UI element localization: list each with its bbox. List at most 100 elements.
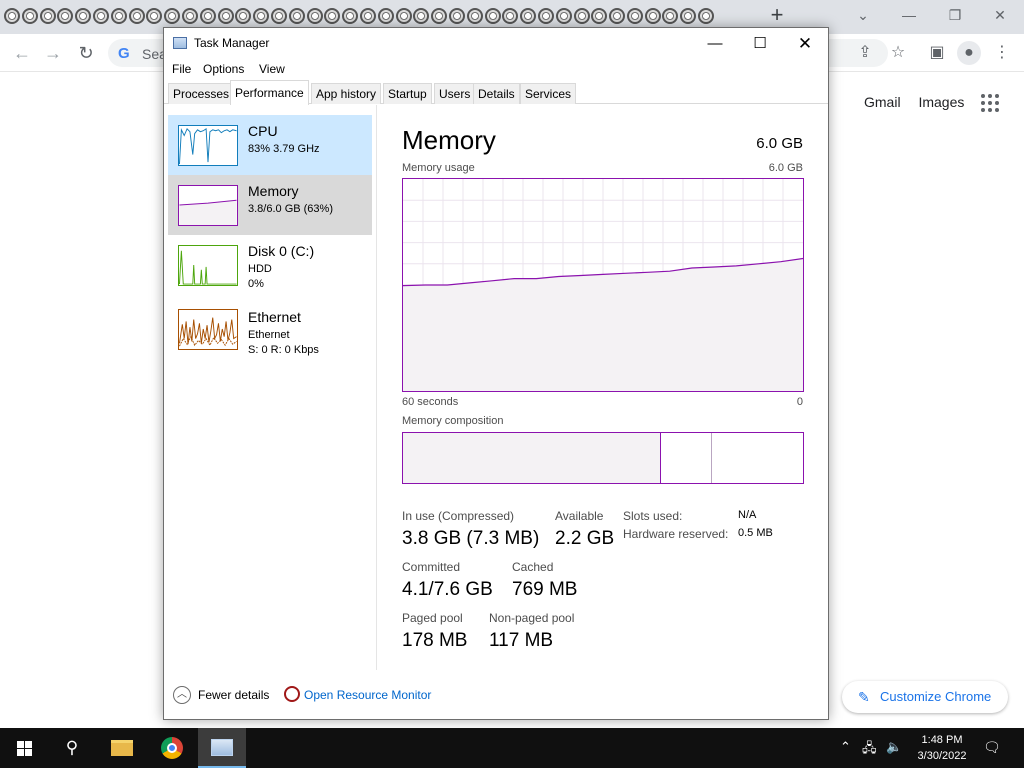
- task-manager-taskbar-icon[interactable]: [198, 728, 246, 768]
- chrome-tab-favicon-icon[interactable]: [57, 8, 74, 24]
- memory-total: 6.0 GB: [756, 135, 803, 152]
- fewer-details-button[interactable]: Fewer details: [198, 688, 269, 702]
- sidebar-item-memory[interactable]: Memory 3.8/6.0 GB (63%): [168, 175, 372, 235]
- performance-sidebar: CPU 83% 3.79 GHz Memory 3.8/6.0 GB (63%)…: [164, 105, 377, 670]
- profile-avatar-icon[interactable]: ●: [957, 41, 981, 65]
- chrome-tab-favicon-icon[interactable]: [644, 8, 661, 24]
- chrome-tab-favicon-icon[interactable]: [288, 8, 305, 24]
- bookmark-star-icon[interactable]: ☆: [886, 41, 910, 65]
- chrome-tab-favicon-icon[interactable]: [395, 8, 412, 24]
- chrome-tab-favicon-icon[interactable]: [626, 8, 643, 24]
- menu-options[interactable]: Options: [203, 62, 244, 76]
- google-apps-icon[interactable]: [981, 94, 999, 112]
- chrome-tab-favicon-icon[interactable]: [164, 8, 181, 24]
- tab-startup[interactable]: Startup: [383, 83, 432, 104]
- customize-chrome-button[interactable]: ✎ Customize Chrome: [842, 681, 1008, 713]
- chrome-tab-favicon-icon[interactable]: [413, 8, 430, 24]
- chrome-tab-favicon-icon[interactable]: [698, 8, 715, 24]
- chrome-tab-favicon-icon[interactable]: [253, 8, 270, 24]
- chrome-tab-favicon-icon[interactable]: [377, 8, 394, 24]
- chrome-tab-favicon-icon[interactable]: [591, 8, 608, 24]
- back-button[interactable]: ←: [9, 40, 35, 66]
- new-tab-button[interactable]: +: [766, 4, 788, 28]
- menu-file[interactable]: File: [172, 62, 191, 76]
- chrome-tab-favicon-icon[interactable]: [146, 8, 163, 24]
- tab-bar: Processes Performance App history Startu…: [164, 80, 828, 105]
- chrome-tab-favicon-icon[interactable]: [128, 8, 145, 24]
- tab-users[interactable]: Users: [434, 83, 476, 104]
- volume-icon[interactable]: 🔈: [886, 739, 902, 755]
- memory-thumbnail-graph: [178, 185, 238, 226]
- chrome-tab-favicon-icon[interactable]: [342, 8, 359, 24]
- side-panel-icon[interactable]: ▣: [925, 41, 949, 65]
- chrome-tab-favicon-icon[interactable]: [306, 8, 323, 24]
- maximize-button[interactable]: ☐: [737, 30, 783, 58]
- chrome-tab-favicon-icon[interactable]: [39, 8, 56, 24]
- task-manager-footer: ︿ Fewer details Open Resource Monitor: [164, 678, 828, 718]
- disk-thumbnail-graph: [178, 245, 238, 286]
- chrome-tab-favicon-icon[interactable]: [199, 8, 216, 24]
- taskbar-clock[interactable]: 1:48 PM 3/30/2022: [912, 732, 972, 764]
- clock-date: 3/30/2022: [917, 750, 967, 762]
- chrome-tab-favicon-icon[interactable]: [555, 8, 572, 24]
- tab-app-history[interactable]: App history: [311, 83, 382, 104]
- chrome-tab-favicon-icon[interactable]: [537, 8, 554, 24]
- images-link[interactable]: Images: [918, 94, 964, 110]
- chrome-minimize-button[interactable]: —: [898, 4, 920, 26]
- notifications-icon[interactable]: 🗨: [983, 739, 1001, 756]
- chrome-tab-favicon-icon[interactable]: [680, 8, 697, 24]
- sidebar-item-ethernet[interactable]: Ethernet Ethernet S: 0 R: 0 Kbps: [168, 301, 372, 361]
- tab-services[interactable]: Services: [520, 83, 577, 104]
- tab-performance[interactable]: Performance: [230, 80, 309, 105]
- chrome-tab-favicon-icon[interactable]: [235, 8, 252, 24]
- chrome-tab-favicon-icon[interactable]: [21, 8, 38, 24]
- show-hidden-icons-chevron-icon[interactable]: ⌃: [840, 739, 851, 755]
- tab-processes[interactable]: Processes: [168, 83, 235, 104]
- minimize-button[interactable]: —: [692, 30, 738, 58]
- chrome-tab-favicon-icon[interactable]: [110, 8, 127, 24]
- chrome-tab-favicon-icon[interactable]: [4, 8, 20, 24]
- reload-button[interactable]: ↻: [73, 40, 99, 66]
- chrome-tab-favicon-icon[interactable]: [181, 8, 198, 24]
- start-button[interactable]: [0, 728, 48, 768]
- network-icon[interactable]: 🖧: [862, 739, 877, 761]
- chrome-tab-favicon-icon[interactable]: [324, 8, 341, 24]
- chrome-tab-favicon-icon[interactable]: [448, 8, 465, 24]
- pencil-icon: ✎: [858, 689, 870, 705]
- forward-button[interactable]: →: [40, 40, 66, 66]
- menu-view[interactable]: View: [259, 62, 285, 76]
- search-icon[interactable]: ⚲: [48, 728, 96, 768]
- open-resource-monitor-link[interactable]: Open Resource Monitor: [304, 688, 431, 702]
- chrome-tab-favicon-icon[interactable]: [609, 8, 626, 24]
- chrome-tab-favicon-icon[interactable]: [662, 8, 679, 24]
- chrome-taskbar-icon[interactable]: [148, 728, 196, 768]
- chrome-tab-favicon-icon[interactable]: [359, 8, 376, 24]
- chrome-restore-button[interactable]: ❐: [944, 4, 966, 26]
- tab-search-chevron-icon[interactable]: ⌄: [852, 4, 874, 26]
- task-manager-titlebar[interactable]: Task Manager — ☐ ✕: [164, 28, 828, 58]
- chrome-tab-favicon-icon[interactable]: [75, 8, 92, 24]
- close-button[interactable]: ✕: [782, 30, 828, 58]
- chrome-close-button[interactable]: ✕: [989, 4, 1011, 26]
- chrome-menu-icon[interactable]: ⋮: [990, 41, 1014, 65]
- sidebar-item-cpu[interactable]: CPU 83% 3.79 GHz: [168, 115, 372, 175]
- committed-label: Committed: [402, 560, 461, 574]
- chrome-tab-favicon-icon[interactable]: [484, 8, 501, 24]
- chrome-tab-favicon-icon[interactable]: [502, 8, 519, 24]
- share-icon[interactable]: ⇪: [853, 41, 877, 65]
- chrome-tab-favicon-icon[interactable]: [92, 8, 109, 24]
- chrome-tab-favicon-icon[interactable]: [573, 8, 590, 24]
- memory-heading: Memory: [402, 125, 496, 155]
- sidebar-item-disk[interactable]: Disk 0 (C:) HDD 0%: [168, 235, 372, 295]
- chrome-tab-favicon-icon[interactable]: [217, 8, 234, 24]
- sidebar-ethernet-adapter: Ethernet: [248, 329, 290, 341]
- file-explorer-icon[interactable]: [98, 728, 146, 768]
- chrome-tab-favicon-icon[interactable]: [520, 8, 537, 24]
- chrome-tab-favicon-icon[interactable]: [270, 8, 287, 24]
- chrome-tab-list[interactable]: [4, 8, 728, 26]
- chrome-tab-favicon-icon[interactable]: [466, 8, 483, 24]
- chrome-tab-favicon-icon[interactable]: [431, 8, 448, 24]
- gmail-link[interactable]: Gmail: [864, 94, 901, 110]
- chevron-up-icon[interactable]: ︿: [173, 686, 191, 704]
- tab-details[interactable]: Details: [473, 83, 520, 104]
